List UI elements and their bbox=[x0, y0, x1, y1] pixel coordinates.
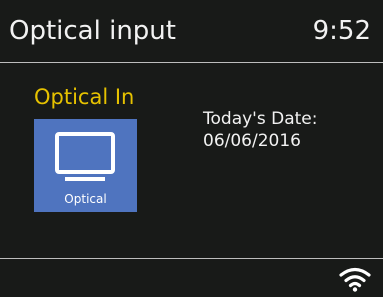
source-label: Optical In bbox=[34, 85, 135, 109]
wifi-icon bbox=[339, 267, 371, 292]
header-divider bbox=[0, 62, 383, 63]
status-divider bbox=[0, 258, 383, 259]
header-bar: Optical input 9:52 bbox=[0, 0, 383, 62]
page-title: Optical input bbox=[9, 16, 176, 46]
tv-icon bbox=[55, 132, 115, 181]
clock-time: 9:52 bbox=[312, 16, 371, 46]
optical-source-tile[interactable]: Optical bbox=[34, 119, 137, 212]
device-screen: Optical input 9:52 Optical In Optical To… bbox=[0, 0, 383, 297]
date-value: 06/06/2016 bbox=[203, 131, 301, 151]
tile-label: Optical bbox=[64, 192, 107, 206]
date-label: Today's Date: bbox=[203, 109, 318, 129]
